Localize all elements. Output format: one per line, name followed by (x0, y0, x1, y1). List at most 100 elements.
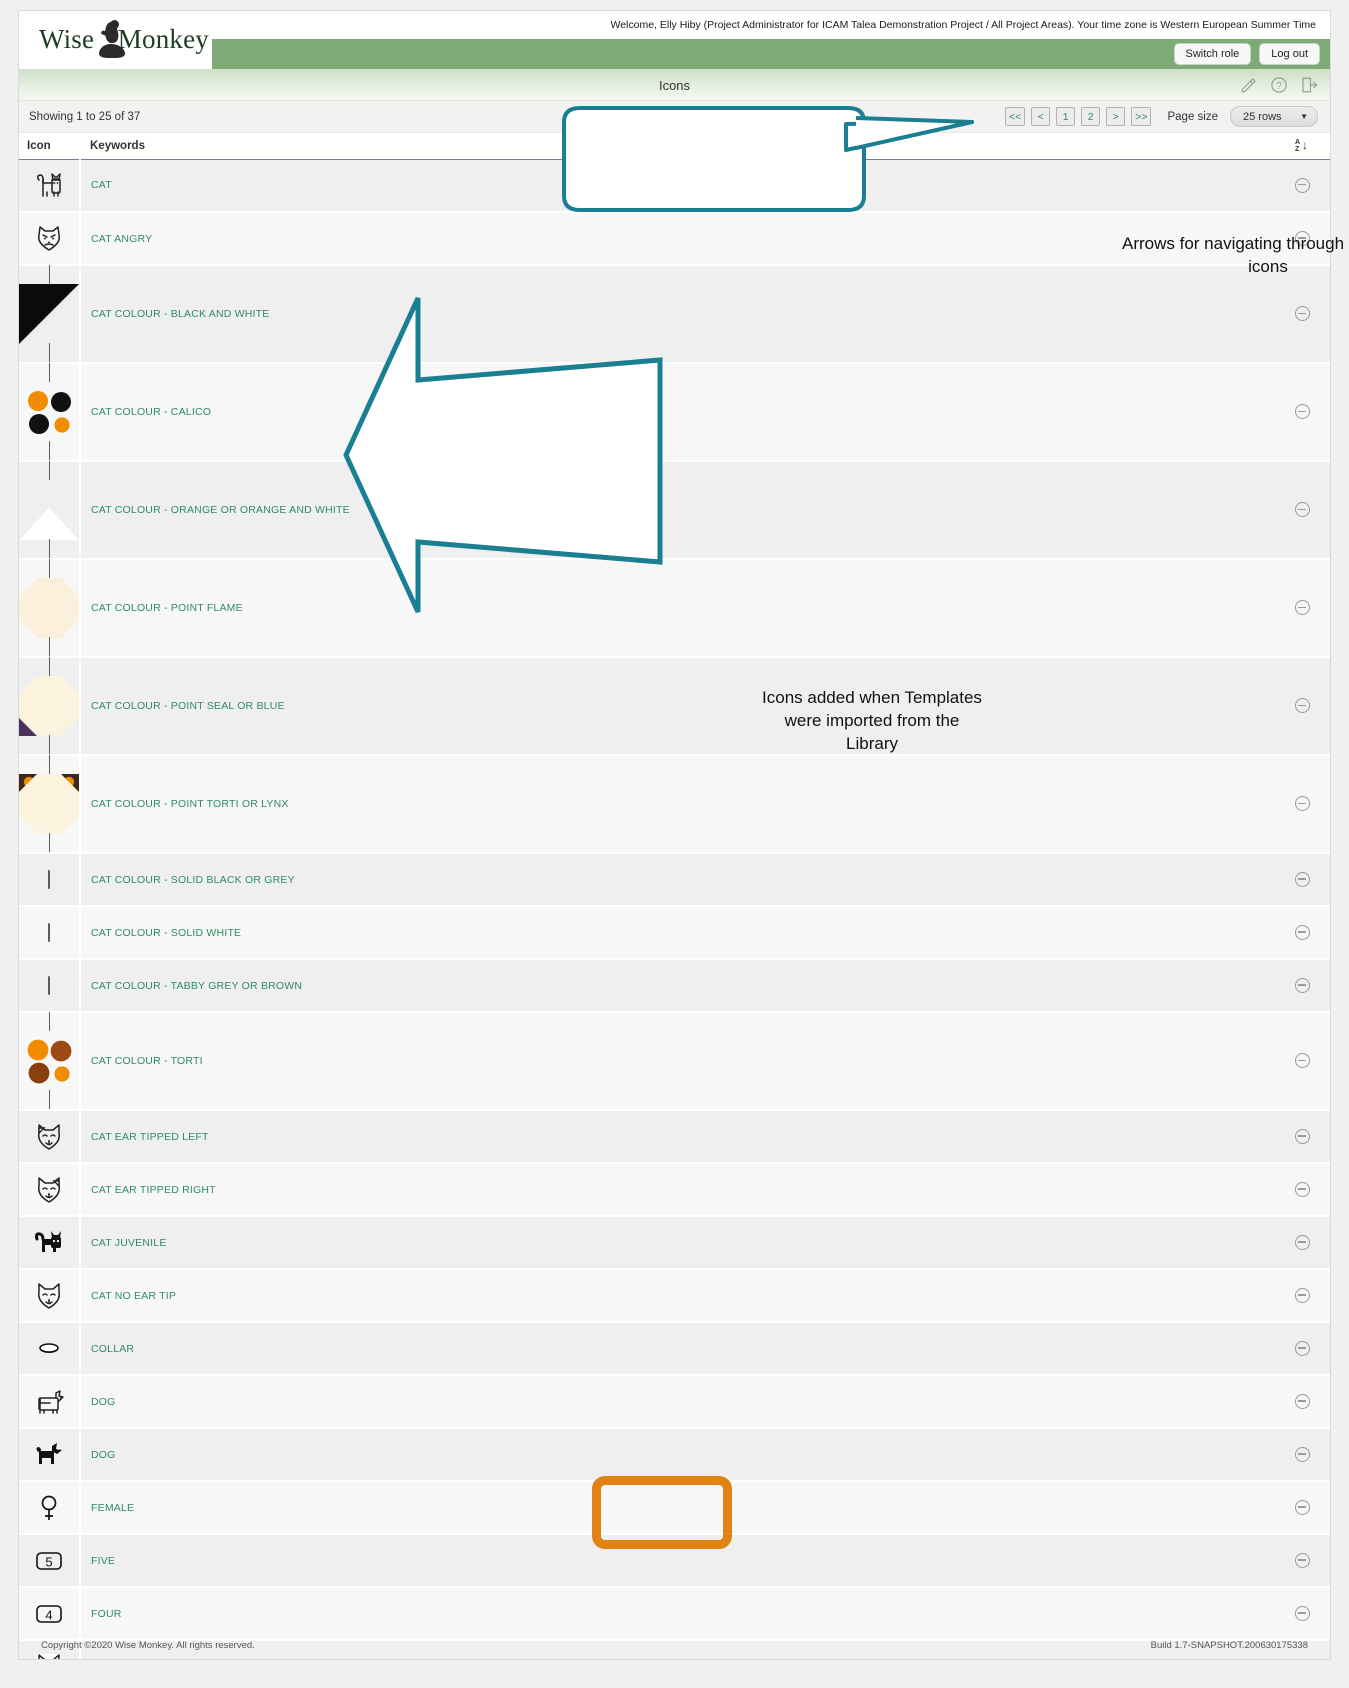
row-actions (1230, 1110, 1330, 1164)
icon-keyword-link[interactable]: CAT COLOUR - SOLID BLACK OR GREY (80, 853, 1230, 907)
table-row[interactable]: CAT COLOUR - TABBY GREY OR BROWN (19, 959, 1330, 1013)
table-row[interactable]: CAT NO EAR TIP (19, 1269, 1330, 1323)
brand-logo[interactable]: Wise Monkey (39, 13, 209, 65)
collar-icon (19, 1322, 81, 1376)
brand-name-wise: Wise (39, 23, 95, 54)
pencil-icon[interactable] (1240, 76, 1258, 94)
delete-row-button[interactable] (1295, 177, 1310, 193)
delete-row-button[interactable] (1295, 1658, 1310, 1659)
icon-keyword-link[interactable]: CAT EAR TIPPED LEFT (80, 1110, 1230, 1164)
svg-text:5: 5 (45, 1554, 52, 1569)
delete-row-button[interactable] (1295, 1552, 1310, 1568)
delete-row-button[interactable] (1295, 230, 1310, 246)
delete-row-button[interactable] (1295, 871, 1310, 887)
female-symbol-icon (19, 1481, 81, 1535)
delete-row-button[interactable] (1295, 1234, 1310, 1250)
swatch-black-and-white-icon (19, 265, 81, 364)
cat-outline-standing-icon (19, 159, 81, 213)
column-header-icon[interactable]: Icon (19, 133, 80, 160)
icon-keyword-link[interactable]: CAT JUVENILE (80, 1216, 1230, 1270)
row-actions (1230, 1428, 1330, 1482)
delete-row-button[interactable] (1295, 698, 1310, 714)
row-actions (1230, 657, 1330, 756)
row-actions (1230, 906, 1330, 960)
table-row[interactable]: DOG (19, 1428, 1330, 1482)
switch-role-button[interactable]: Switch role (1173, 42, 1252, 66)
delete-row-button[interactable] (1295, 306, 1310, 322)
delete-row-button[interactable] (1295, 1287, 1310, 1303)
swatch-torti-icon (19, 1012, 81, 1111)
icon-keyword-link[interactable]: FEMALE (80, 1481, 1230, 1535)
icon-keyword-link[interactable]: CAT COLOUR - SOLID WHITE (80, 906, 1230, 960)
delete-row-button[interactable] (1295, 404, 1310, 420)
row-actions (1230, 1216, 1330, 1270)
cat-face-ear-tipped-left-icon (19, 1110, 81, 1164)
icon-keyword-link[interactable]: CAT EAR TIPPED RIGHT (80, 1163, 1230, 1217)
table-row[interactable]: CAT COLOUR - SOLID BLACK OR GREY (19, 853, 1330, 907)
table-row[interactable]: DOG (19, 1375, 1330, 1429)
callout-arrows: Arrows for navigating through pages of i… (556, 104, 1349, 276)
icon-keyword-link[interactable]: FOUR (80, 1587, 1230, 1641)
delete-row-button[interactable] (1295, 796, 1310, 812)
icon-keyword-link[interactable]: CAT COLOUR - TORTI (80, 1012, 1230, 1111)
delete-row-button[interactable] (1295, 1393, 1310, 1409)
title-bar-tools: ? (1240, 70, 1318, 100)
swatch-point-torti-lynx-icon (19, 755, 81, 854)
svg-text:?: ? (1276, 81, 1282, 92)
page-title-bar: Icons ? (19, 69, 1330, 101)
table-row[interactable]: CAT COLOUR - SOLID WHITE (19, 906, 1330, 960)
icon-keyword-link[interactable]: CAT COLOUR - TABBY GREY OR BROWN (80, 959, 1230, 1013)
delete-row-button[interactable] (1295, 1128, 1310, 1144)
row-actions (1230, 1481, 1330, 1535)
table-row[interactable]: 4 FOUR (19, 1587, 1330, 1641)
icon-keyword-link[interactable]: DOG (80, 1375, 1230, 1429)
row-actions (1230, 1322, 1330, 1376)
exit-icon[interactable] (1300, 76, 1318, 94)
table-row[interactable]: 5 FIVE (19, 1534, 1330, 1588)
record-count-label: Showing 1 to 25 of 37 (29, 110, 141, 123)
row-actions (1230, 959, 1330, 1013)
icon-keyword-link[interactable]: CAT COLOUR - POINT SEAL OR BLUE (80, 657, 1230, 756)
table-row[interactable]: COLLAR (19, 1322, 1330, 1376)
row-actions (1230, 755, 1330, 854)
number-five-icon: 5 (19, 1534, 81, 1588)
swatch-calico-icon (19, 363, 81, 462)
icon-keyword-link[interactable]: FIVE (80, 1534, 1230, 1588)
delete-row-button[interactable] (1295, 1499, 1310, 1515)
callout-arrows-shape (562, 106, 974, 212)
table-row[interactable]: CAT COLOUR - POINT TORTI OR LYNX (19, 755, 1330, 854)
delete-row-button[interactable] (1295, 502, 1310, 518)
table-row[interactable]: CAT COLOUR - TORTI (19, 1012, 1330, 1111)
table-row[interactable]: FEMALE (19, 1481, 1330, 1535)
az-sort-icon: AZ (1294, 138, 1300, 153)
delete-row-button[interactable] (1295, 1605, 1310, 1621)
delete-row-button[interactable] (1295, 600, 1310, 616)
delete-row-button[interactable] (1295, 977, 1310, 993)
cat-face-no-ear-tip-icon (19, 1269, 81, 1323)
row-actions (1230, 1269, 1330, 1323)
app-window: Wise Monkey Welcome, Elly Hiby (Project … (18, 10, 1331, 1660)
welcome-message: Welcome, Elly Hiby (Project Administrato… (610, 19, 1316, 31)
cat-solid-standing-icon (19, 1216, 81, 1270)
page-title: Icons (658, 77, 691, 93)
delete-row-button[interactable] (1295, 1446, 1310, 1462)
help-icon[interactable]: ? (1270, 76, 1288, 94)
table-row[interactable]: CAT JUVENILE (19, 1216, 1330, 1270)
table-row[interactable]: CAT EAR TIPPED RIGHT (19, 1163, 1330, 1217)
delete-row-button[interactable] (1295, 1053, 1310, 1069)
row-actions (1230, 265, 1330, 364)
log-out-button[interactable]: Log out (1259, 42, 1320, 66)
cat-face-ear-tipped-right-icon (19, 1163, 81, 1217)
table-row[interactable]: CAT EAR TIPPED LEFT (19, 1110, 1330, 1164)
icon-keyword-link[interactable]: COLLAR (80, 1322, 1230, 1376)
swatch-solid-white-icon (19, 906, 81, 960)
delete-row-button[interactable] (1295, 924, 1310, 940)
delete-row-button[interactable] (1295, 1340, 1310, 1356)
number-four-icon: 4 (19, 1587, 81, 1641)
table-row[interactable]: CAT COLOUR - POINT SEAL OR BLUE (19, 657, 1330, 756)
arrow-down-icon: ↓ (1302, 138, 1308, 153)
icon-keyword-link[interactable]: CAT COLOUR - POINT TORTI OR LYNX (80, 755, 1230, 854)
delete-row-button[interactable] (1295, 1181, 1310, 1197)
icon-keyword-link[interactable]: CAT NO EAR TIP (80, 1269, 1230, 1323)
icon-keyword-link[interactable]: DOG (80, 1428, 1230, 1482)
